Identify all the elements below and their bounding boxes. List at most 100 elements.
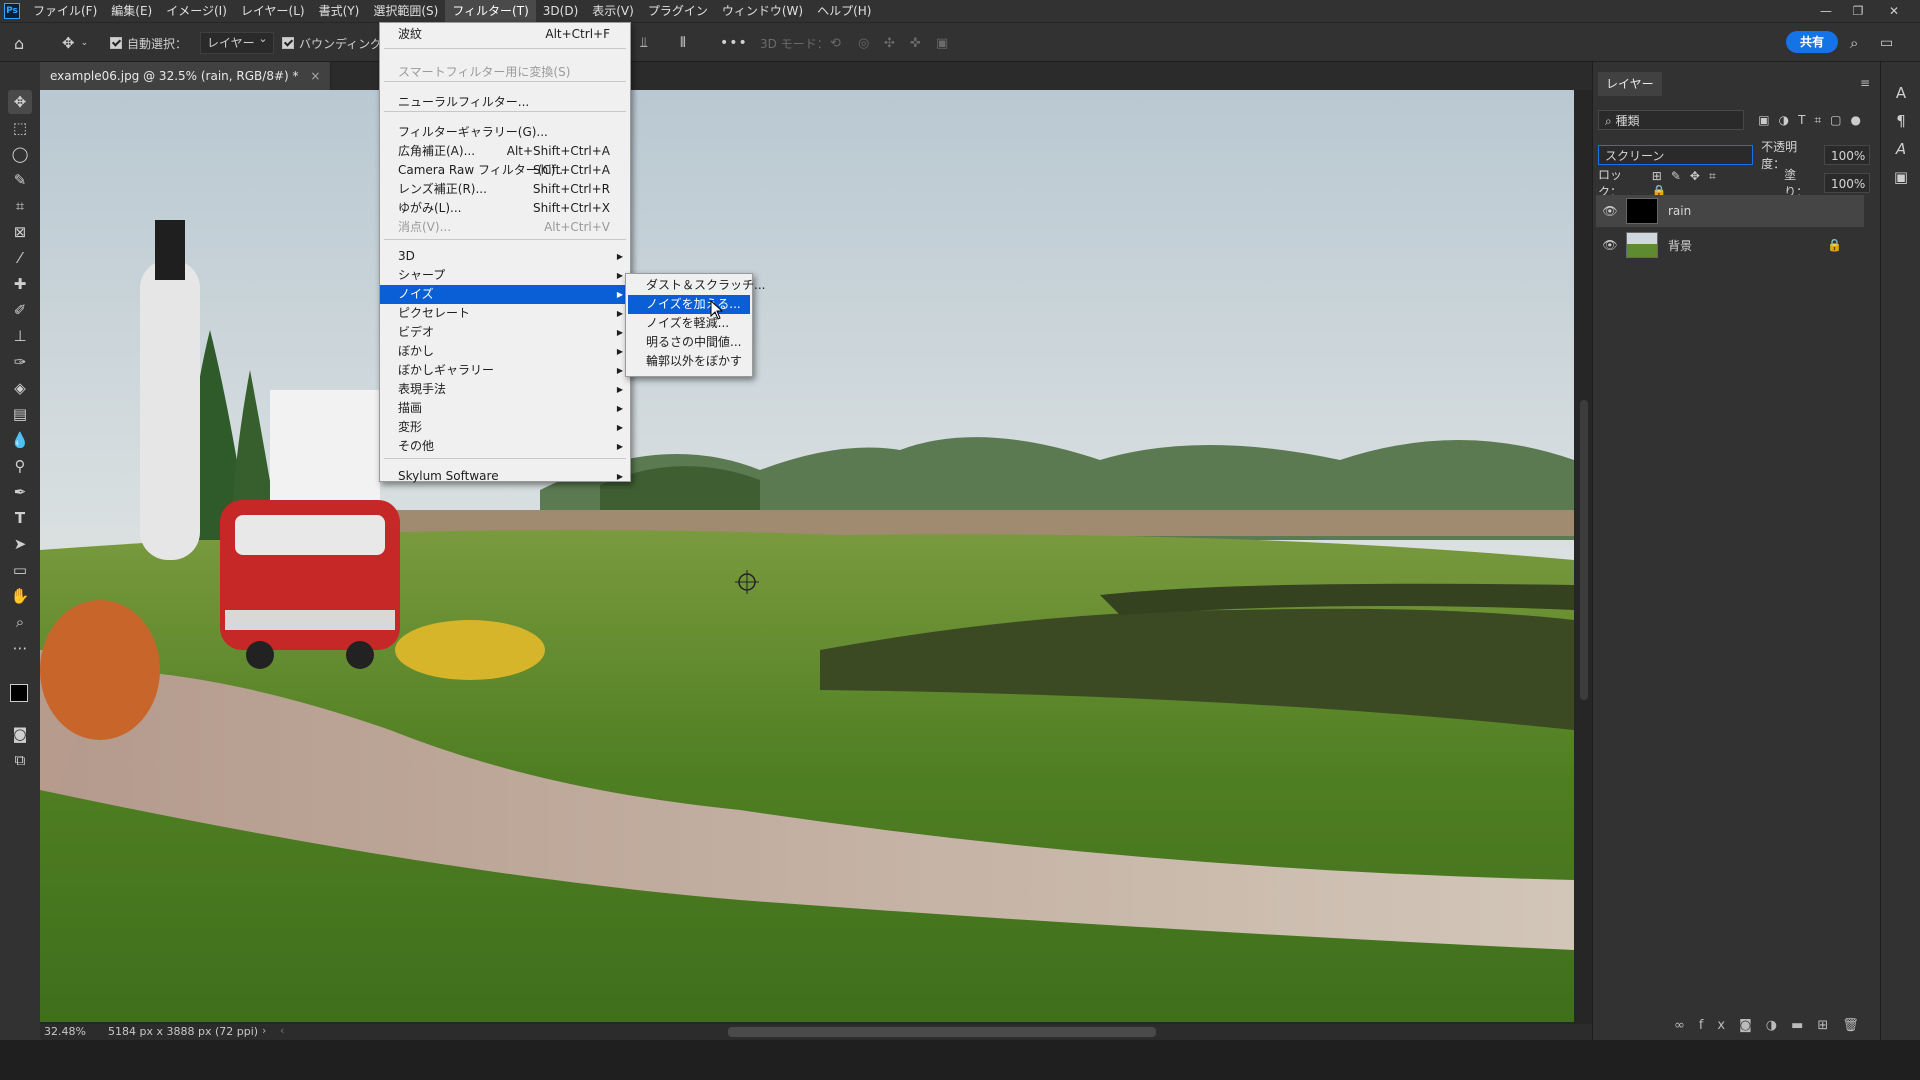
move-tool-icon[interactable]: ✥ xyxy=(8,90,32,114)
layer-filter-icons[interactable]: ▣◑T⌗▢● xyxy=(1758,113,1870,128)
menu-item[interactable]: プラグイン xyxy=(641,0,715,22)
adjustment-icon[interactable]: ◑ xyxy=(1766,1018,1791,1033)
filter-menu-item[interactable]: 変形 ▶ xyxy=(380,418,630,437)
menu-item[interactable]: ヘルプ(H) xyxy=(810,0,878,22)
filter-menu-item[interactable]: ノイズ ▶ xyxy=(380,285,630,304)
more-tools-icon[interactable]: ⋯ xyxy=(8,636,32,660)
healing-brush-icon[interactable]: ✚ xyxy=(8,272,32,296)
pen-tool-icon[interactable]: ✒ xyxy=(8,480,32,504)
scroll-left-icon[interactable]: ‹ xyxy=(280,1024,284,1037)
folder-icon[interactable]: ▬ xyxy=(1791,1018,1817,1033)
horizontal-scrollbar[interactable] xyxy=(728,1027,1156,1037)
hand-tool-icon[interactable]: ✋ xyxy=(8,584,32,608)
type-tool-icon[interactable]: T xyxy=(8,506,32,530)
distribute-icon[interactable]: ⫴ xyxy=(680,23,686,63)
menu-item[interactable]: 編集(E) xyxy=(104,0,159,22)
menu-item[interactable]: 書式(Y) xyxy=(312,0,367,22)
zoom-level[interactable]: 32.48% xyxy=(44,1025,86,1038)
document-tab[interactable]: example06.jpg @ 32.5% (rain, RGB/8#) * × xyxy=(40,62,332,90)
lasso-tool-icon[interactable]: ◯ xyxy=(8,142,32,166)
filter-menu-item[interactable]: ビデオ ▶ xyxy=(380,323,630,342)
filter-menu-item[interactable]: 描画 ▶ xyxy=(380,399,630,418)
move-tool-icon[interactable]: ✥ ⌄ xyxy=(62,23,88,63)
properties-icon[interactable]: ▣ xyxy=(1891,168,1911,188)
new-layer-icon[interactable]: ⊞ xyxy=(1817,1018,1842,1033)
filter-menu-item[interactable]: ぼかしギャラリー ▶ xyxy=(380,361,630,380)
character-icon[interactable]: A xyxy=(1891,84,1911,104)
bounding-box-checkbox[interactable]: バウンディングボ xyxy=(282,23,394,63)
quick-mask-icon[interactable]: ◙ xyxy=(8,722,32,746)
layer-row-rain[interactable]: 👁 rain xyxy=(1596,195,1864,227)
fill-input[interactable]: 100% xyxy=(1824,173,1870,193)
filter-menu-item[interactable]: Camera Raw フィルター(C)... Shift+Ctrl+A xyxy=(380,161,630,180)
filter-menu-item[interactable]: 波紋 Alt+Ctrl+F xyxy=(380,25,630,44)
eye-icon[interactable]: 👁 xyxy=(1600,204,1620,218)
more-options-icon[interactable]: ••• xyxy=(720,23,748,63)
paragraph-icon[interactable]: ¶ xyxy=(1891,112,1911,132)
menu-item[interactable]: レイヤー(L) xyxy=(234,0,312,22)
auto-select-dropdown[interactable]: レイヤー xyxy=(200,23,274,63)
noise-submenu-item[interactable]: ノイズを加える... xyxy=(628,295,750,314)
crop-tool-icon[interactable]: ⌗ xyxy=(8,194,32,218)
menu-item[interactable]: フィルター(T) xyxy=(445,0,536,22)
layers-tab[interactable]: レイヤー xyxy=(1598,72,1662,96)
align-bottom-icon[interactable]: ⫫ xyxy=(640,23,648,63)
lock-icons[interactable]: ⊞✎✥⌗🔒 xyxy=(1652,169,1748,198)
filter-menu-item[interactable]: ピクセレート ▶ xyxy=(380,304,630,323)
dodge-tool-icon[interactable]: ⚲ xyxy=(8,454,32,478)
search-icon[interactable]: ⌕ xyxy=(1850,23,1858,63)
eraser-tool-icon[interactable]: ◈ xyxy=(8,376,32,400)
menu-item[interactable]: ファイル(F) xyxy=(26,0,104,22)
blur-tool-icon[interactable]: 💧 xyxy=(8,428,32,452)
auto-select-checkbox[interactable]: 自動選択： xyxy=(110,23,187,63)
panel-menu-icon[interactable]: ≡ xyxy=(1860,76,1870,90)
filter-menu-item[interactable]: 3D ▶ xyxy=(380,247,630,266)
restore-icon[interactable]: ❐ xyxy=(1844,0,1872,22)
rectangle-tool-icon[interactable]: ▭ xyxy=(8,558,32,582)
link-icon[interactable]: ∞ xyxy=(1674,1018,1699,1033)
filter-menu-item[interactable]: シャープ ▶ xyxy=(380,266,630,285)
layer-filter-dropdown[interactable]: ⌕ 種類 xyxy=(1598,110,1745,130)
layer-row-background[interactable]: 👁 背景 🔒 xyxy=(1596,229,1864,261)
trash-icon[interactable]: 🗑 xyxy=(1842,1018,1873,1033)
history-brush-icon[interactable]: ✑ xyxy=(8,350,32,374)
close-tab-icon[interactable]: × xyxy=(310,69,320,83)
screen-mode-icon[interactable]: ⧉ xyxy=(8,748,32,772)
opacity-input[interactable]: 100% xyxy=(1824,145,1870,165)
filter-menu-item[interactable]: 広角補正(A)... Alt+Shift+Ctrl+A xyxy=(380,142,630,161)
foreground-color-swatch[interactable] xyxy=(10,684,28,702)
filter-menu-item[interactable]: フィルターギャラリー(G)... xyxy=(380,123,630,142)
eye-icon[interactable]: 👁 xyxy=(1600,238,1620,252)
frame-tool-icon[interactable]: ⊠ xyxy=(8,220,32,244)
workspace-icon[interactable]: ▭ xyxy=(1880,23,1893,63)
filter-menu-item[interactable]: レンズ補正(R)... Shift+Ctrl+R xyxy=(380,180,630,199)
document-image[interactable] xyxy=(40,90,1574,1022)
menu-item[interactable]: 表示(V) xyxy=(585,0,641,22)
layer-actions-bar[interactable]: ∞fx◙◑▬⊞🗑 xyxy=(1674,1018,1873,1033)
share-button[interactable]: 共有 xyxy=(1786,31,1838,53)
menu-item[interactable]: イメージ(I) xyxy=(159,0,234,22)
noise-submenu-item[interactable]: ダスト＆スクラッチ... xyxy=(628,276,765,295)
status-arrow-icon[interactable]: › xyxy=(262,1024,266,1037)
mask-icon[interactable]: ◙ xyxy=(1739,1018,1766,1033)
menu-item[interactable]: ウィンドウ(W) xyxy=(715,0,810,22)
filter-menu-item[interactable]: Skylum Software ▶ xyxy=(380,467,630,486)
path-select-icon[interactable]: ➤ xyxy=(8,532,32,556)
glyphs-icon[interactable]: A xyxy=(1891,140,1911,160)
zoom-tool-icon[interactable]: ⌕ xyxy=(8,610,32,634)
vertical-scrollbar[interactable] xyxy=(1580,400,1588,700)
home-icon[interactable]: ⌂ xyxy=(14,23,24,63)
menu-item[interactable]: 選択範囲(S) xyxy=(366,0,445,22)
gradient-tool-icon[interactable]: ▤ xyxy=(8,402,32,426)
stamp-tool-icon[interactable]: ⊥ xyxy=(8,324,32,348)
noise-submenu-item[interactable]: 輪郭以外をぼかす xyxy=(628,352,750,371)
marquee-tool-icon[interactable]: ⬚ xyxy=(8,116,32,140)
quick-select-tool-icon[interactable]: ✎ xyxy=(8,168,32,192)
eyedropper-tool-icon[interactable]: ⁄ xyxy=(8,246,32,270)
filter-menu-item[interactable]: 表現手法 ▶ xyxy=(380,380,630,399)
close-window-icon[interactable]: ✕ xyxy=(1880,0,1908,22)
menu-item[interactable]: 3D(D) xyxy=(536,0,585,22)
filter-menu-item[interactable]: ゆがみ(L)... Shift+Ctrl+X xyxy=(380,199,630,218)
filter-menu-item[interactable]: その他 ▶ xyxy=(380,437,630,456)
brush-tool-icon[interactable]: ✐ xyxy=(8,298,32,322)
